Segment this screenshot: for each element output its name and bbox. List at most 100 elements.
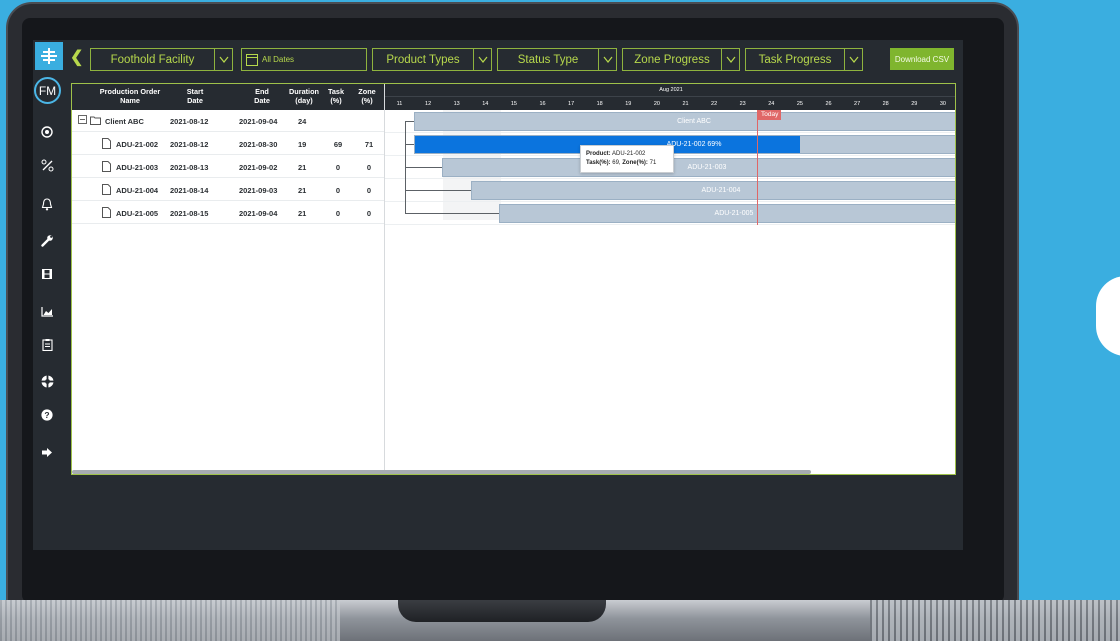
status-type-label: Status Type <box>517 53 579 66</box>
timeline-header: Aug 2021 11 12 13 14 15 16 17 18 19 20 21 22 23 24 25 2… <box>385 84 955 110</box>
lifebuoy-icon[interactable] <box>39 373 55 389</box>
sidebar: FM ? <box>33 40 63 550</box>
date-filter-label: All Dates <box>262 55 295 64</box>
avatar[interactable]: FM <box>34 77 61 104</box>
clipboard-icon[interactable] <box>39 336 55 352</box>
task-progress-label: Task Progress <box>758 53 832 66</box>
gantt-bar[interactable]: Client ABC <box>414 112 955 131</box>
app-window: FM ? ❮ Foothold Facility All Dates Produ… <box>33 40 963 550</box>
zone-progress-dropdown[interactable]: Zone Progress <box>622 48 740 71</box>
product-types-label: Product Types <box>386 53 460 66</box>
row-start: 2021-08-12 <box>170 140 209 149</box>
header-duration[interactable]: Duration (day) <box>285 87 323 105</box>
row-name: ADU-21-003 <box>116 163 159 172</box>
row-duration: 21 <box>298 209 307 218</box>
row-start: 2021-08-14 <box>170 186 209 195</box>
table-row[interactable]: ADU-21-003 2021-08-13 2021-09-02 21 0 0 <box>72 156 384 178</box>
chevron-down-icon[interactable] <box>598 49 616 70</box>
row-task: 0 <box>335 163 341 172</box>
laptop-base-texture-right <box>870 600 1120 641</box>
background-disc <box>1096 276 1120 356</box>
table-row[interactable]: ADU-21-004 2021-08-14 2021-09-03 21 0 0 <box>72 179 384 201</box>
row-zone: 0 <box>366 186 372 195</box>
header-start[interactable]: Start Date <box>180 87 210 105</box>
timeline-day: 16 <box>539 101 546 107</box>
row-task: 0 <box>335 186 341 195</box>
collapse-icon[interactable] <box>78 115 87 124</box>
file-icon <box>102 207 111 218</box>
tooltip-product-value: ADU-21-002 <box>612 151 646 157</box>
row-duration: 24 <box>298 117 307 126</box>
tooltip-product-key: Product: <box>586 151 611 157</box>
row-task: 69 <box>333 140 343 149</box>
facility-dropdown-label: Foothold Facility <box>110 53 195 66</box>
tooltip-task-key: Task(%): <box>586 160 611 166</box>
facility-dropdown[interactable]: Foothold Facility <box>90 48 233 71</box>
dependency-link <box>405 213 499 214</box>
svg-text:?: ? <box>44 410 49 420</box>
percent-icon[interactable] <box>39 157 55 173</box>
row-task: 0 <box>335 209 341 218</box>
logout-icon[interactable] <box>39 444 55 460</box>
gantt-bar[interactable]: ADU-21-004 <box>471 181 955 200</box>
task-progress-dropdown[interactable]: Task Progress <box>745 48 863 71</box>
gantt-bar-label: Client ABC <box>677 118 711 125</box>
timeline-day: 15 <box>510 101 517 107</box>
row-end: 2021-09-02 <box>239 163 278 172</box>
target-icon[interactable] <box>39 124 55 140</box>
timeline-day: 30 <box>939 101 946 107</box>
download-csv-button[interactable]: Download CSV <box>890 48 954 70</box>
timeline-day: 27 <box>854 101 861 107</box>
back-chevron-icon[interactable]: ❮ <box>70 49 83 67</box>
chevron-down-icon[interactable] <box>721 49 739 70</box>
date-filter[interactable]: All Dates <box>241 48 367 71</box>
product-types-dropdown[interactable]: Product Types <box>372 48 492 71</box>
film-icon[interactable] <box>39 266 55 282</box>
gantt-bar-label: ADU-21-004 <box>701 187 741 194</box>
gantt-bar[interactable]: ADU-21-005 <box>499 204 955 223</box>
row-name: ADU-21-004 <box>116 186 159 195</box>
table-row[interactable]: ADU-21-005 2021-08-15 2021-09-04 21 0 0 <box>72 202 384 224</box>
row-name: ADU-21-005 <box>116 209 159 218</box>
chevron-down-icon[interactable] <box>844 49 862 70</box>
grid-header: Production Order Name Start Date End Dat… <box>72 84 384 110</box>
gantt-bar[interactable]: ADU-21-002 69% <box>414 135 955 154</box>
logo-icon[interactable] <box>35 42 63 70</box>
bell-icon[interactable] <box>39 196 55 212</box>
tooltip-zone-value: 71 <box>649 160 657 166</box>
status-type-dropdown[interactable]: Status Type <box>497 48 617 71</box>
tooltip-task-value: 69 <box>612 160 619 166</box>
table-row[interactable]: Client ABC 2021-08-12 2021-09-04 24 <box>72 110 384 132</box>
header-name[interactable]: Production Order Name <box>90 87 170 105</box>
timeline-day: 19 <box>625 101 632 107</box>
timeline-day: 18 <box>596 101 603 107</box>
gantt-bar-label: ADU-21-002 69% <box>666 141 722 148</box>
header-zone[interactable]: Zone (%) <box>354 87 380 105</box>
dependency-link <box>405 190 471 191</box>
laptop-notch <box>398 600 606 622</box>
header-end[interactable]: End Date <box>247 87 277 105</box>
table-row[interactable]: ADU-21-002 2021-08-12 2021-08-30 19 69 7… <box>72 133 384 155</box>
tooltip-zone-key: Zone(%): <box>622 160 648 166</box>
chevron-down-icon[interactable] <box>214 49 232 70</box>
laptop-base-texture-left <box>0 600 340 641</box>
row-zone: 0 <box>366 209 372 218</box>
chevron-down-icon[interactable] <box>473 49 491 70</box>
chart-icon[interactable] <box>39 303 55 319</box>
row-zone: 71 <box>364 140 374 149</box>
row-duration: 21 <box>298 186 307 195</box>
dependency-link <box>405 167 442 168</box>
folder-icon <box>90 116 101 125</box>
today-marker-line <box>757 110 758 225</box>
wrench-icon[interactable] <box>39 232 55 248</box>
calendar-icon <box>246 53 258 66</box>
file-icon <box>102 138 111 149</box>
zone-progress-label: Zone Progress <box>634 53 710 66</box>
bar-tooltip: Product: ADU-21-002 Task(%): 69, Zone(%)… <box>580 145 674 173</box>
help-icon[interactable]: ? <box>39 407 55 423</box>
gantt-bar[interactable]: ADU-21-003 <box>442 158 955 177</box>
timeline-day: 21 <box>682 101 689 107</box>
row-end: 2021-09-03 <box>239 186 278 195</box>
horizontal-scrollbar[interactable] <box>72 470 811 474</box>
header-task[interactable]: Task (%) <box>325 87 347 105</box>
